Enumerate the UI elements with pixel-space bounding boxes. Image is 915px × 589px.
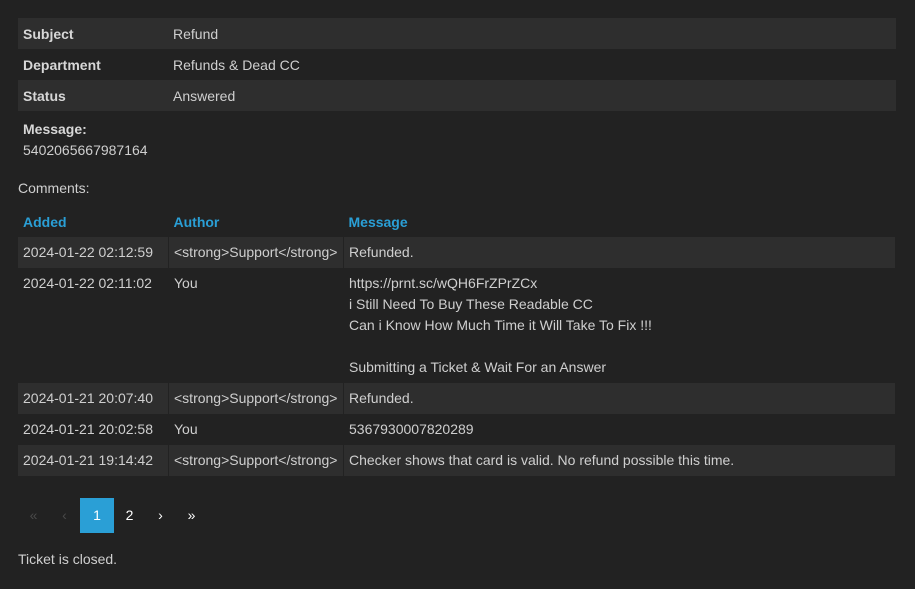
- comment-added: 2024-01-22 02:12:59: [18, 237, 169, 268]
- header-message[interactable]: Message: [344, 207, 896, 237]
- comment-message-line: [349, 336, 890, 357]
- prev-page-button: ‹: [62, 507, 67, 523]
- comment-message: https://prnt.sc/wQH6FrZPrZCx i Still Nee…: [343, 268, 895, 383]
- subject-row: Subject Refund: [18, 18, 896, 49]
- first-page-button: «: [29, 507, 38, 523]
- comment-row: 2024-01-22 02:11:02 You https://prnt.sc/…: [18, 268, 895, 383]
- comment-message-line: Refunded.: [349, 390, 414, 406]
- next-page-button[interactable]: ›: [145, 498, 176, 533]
- comment-message-line: i Still Need To Buy These Readable CC: [349, 296, 593, 312]
- comment-row: 2024-01-21 20:07:40 <strong>Support</str…: [18, 383, 895, 414]
- status-value: Answered: [168, 80, 896, 111]
- ticket-view: Subject Refund Department Refunds & Dead…: [0, 0, 915, 589]
- subject-label: Subject: [18, 18, 168, 49]
- ticket-info-table: Subject Refund Department Refunds & Dead…: [18, 18, 896, 165]
- comment-author: <strong>Support</strong>: [168, 237, 344, 268]
- comment-message: 5367930007820289: [343, 414, 895, 445]
- status-label: Status: [18, 80, 168, 111]
- comments-heading: Comments:: [18, 180, 90, 196]
- comment-message-line: Can i Know How Much Time it Will Take To…: [349, 317, 652, 333]
- status-row: Status Answered: [18, 80, 896, 111]
- comment-message: Refunded.: [343, 237, 895, 268]
- comment-added: 2024-01-21 20:07:40: [18, 383, 169, 414]
- comment-row: 2024-01-22 02:12:59 <strong>Support</str…: [18, 237, 895, 268]
- comment-message-line: Submitting a Ticket & Wait For an Answer: [349, 359, 607, 375]
- department-row: Department Refunds & Dead CC: [18, 49, 896, 80]
- message-label: Message:: [23, 121, 87, 137]
- header-author[interactable]: Author: [169, 207, 344, 237]
- comments-table: Added Author Message 2024-01-22 02:12:59…: [18, 207, 895, 476]
- page-2-button[interactable]: 2: [114, 498, 145, 533]
- comment-message-line: Refunded.: [349, 244, 414, 260]
- comment-added: 2024-01-21 20:02:58: [23, 421, 153, 437]
- comments-header-row: Added Author Message: [18, 207, 895, 237]
- comment-added: 2024-01-22 02:11:02: [23, 275, 152, 291]
- comment-row: 2024-01-21 20:02:58 You 5367930007820289: [18, 414, 895, 445]
- department-value: Refunds & Dead CC: [173, 56, 300, 73]
- department-label: Department: [23, 56, 101, 73]
- ticket-closed-notice: Ticket is closed.: [18, 551, 118, 567]
- message-cell: Message: 5402065667987164: [18, 111, 896, 165]
- message-row: Message: 5402065667987164: [18, 111, 896, 165]
- subject-value: Refund: [168, 18, 896, 49]
- comment-message: Refunded.: [343, 383, 895, 414]
- comment-author: You: [168, 414, 344, 445]
- header-added[interactable]: Added: [18, 207, 169, 237]
- comment-added: 2024-01-21 19:14:42: [18, 445, 169, 476]
- comment-message-line: 5367930007820289: [349, 421, 474, 437]
- last-page-button[interactable]: »: [176, 498, 207, 533]
- message-value: 5402065667987164: [23, 142, 148, 158]
- page-1-button[interactable]: 1: [80, 498, 114, 533]
- comment-message-line: Checker shows that card is valid. No ref…: [349, 452, 735, 468]
- comment-message: Checker shows that card is valid. No ref…: [343, 445, 895, 476]
- comment-message-line: https://prnt.sc/wQH6FrZPrZCx: [349, 275, 538, 291]
- pagination: « ‹ 1 2 › »: [18, 498, 207, 533]
- comment-author: <strong>Support</strong>: [168, 445, 344, 476]
- comment-author: You: [168, 268, 344, 383]
- comment-author: <strong>Support</strong>: [168, 383, 344, 414]
- comment-row: 2024-01-21 19:14:42 <strong>Support</str…: [18, 445, 895, 476]
